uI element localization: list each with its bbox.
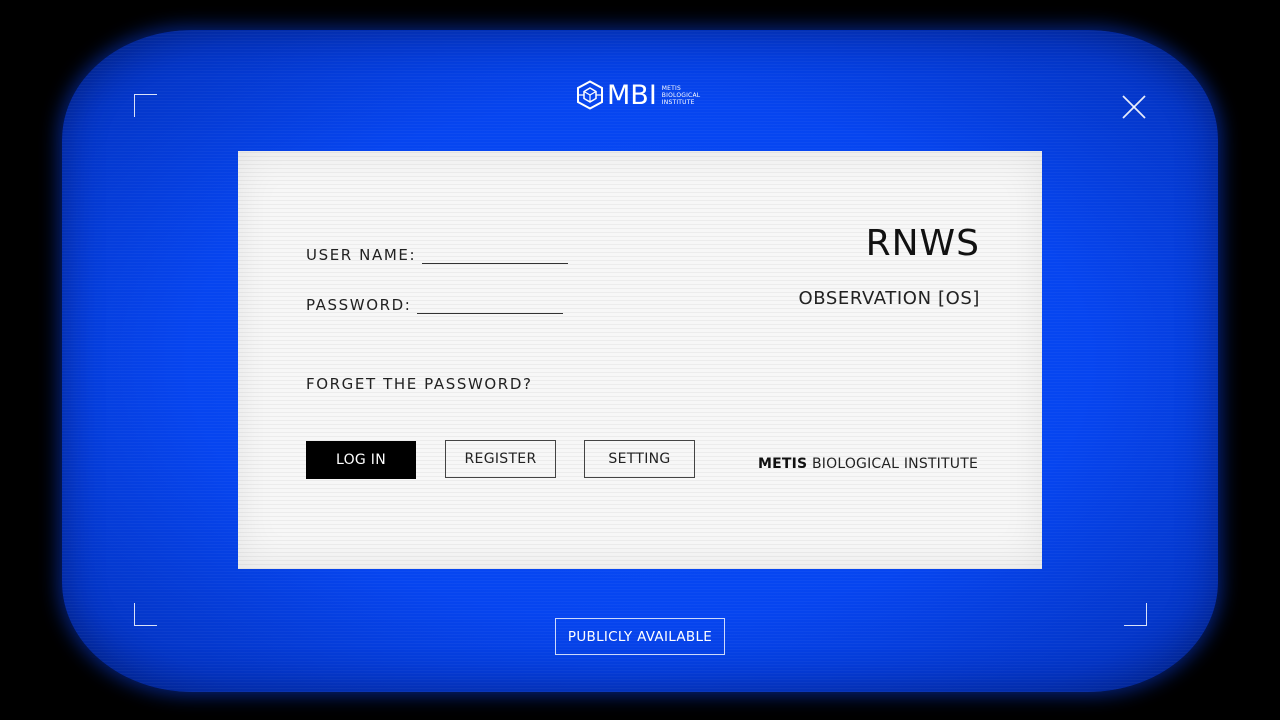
login-panel: USER NAME: PASSWORD: FORGET THE PASSWORD… (238, 151, 1042, 569)
logo-sub-line: BIOLOGICAL (661, 91, 701, 99)
password-label: PASSWORD: (306, 296, 412, 314)
username-input[interactable] (422, 247, 569, 264)
register-button[interactable]: REGISTER (445, 440, 556, 478)
password-field[interactable]: PASSWORD: (306, 296, 564, 314)
publicly-available-button[interactable]: PUBLICLY AVAILABLE (555, 618, 725, 655)
logo-sub-line: INSTITUTE (661, 98, 695, 106)
close-icon[interactable] (1121, 94, 1147, 120)
corner-bracket-bottom-right (1124, 603, 1147, 626)
hexagon-cube-icon (576, 80, 604, 110)
logo-subtitle: METIS BIOLOGICAL INSTITUTE (662, 85, 701, 106)
organization-name-rest: BIOLOGICAL INSTITUTE (807, 456, 978, 472)
mbi-logo: MBI METIS BIOLOGICAL INSTITUTE (576, 78, 700, 112)
logo-sub-line: METIS (661, 84, 681, 92)
login-button[interactable]: LOG IN (306, 441, 416, 479)
logo-mark: MBI (607, 79, 657, 111)
forgot-password-link[interactable]: FORGET THE PASSWORD? (306, 375, 533, 393)
organization-name-bold: METIS (757, 456, 808, 472)
password-input[interactable] (417, 297, 564, 314)
page-title: RNWS (865, 223, 980, 264)
setting-button[interactable]: SETTING (584, 440, 695, 478)
organization-name: METIS BIOLOGICAL INSTITUTE (758, 456, 978, 472)
username-field[interactable]: USER NAME: (306, 246, 569, 264)
corner-bracket-top-left (134, 94, 157, 117)
username-label: USER NAME: (306, 246, 417, 264)
page-subtitle: OBSERVATION [OS] (798, 288, 980, 309)
corner-bracket-bottom-left (134, 603, 157, 626)
